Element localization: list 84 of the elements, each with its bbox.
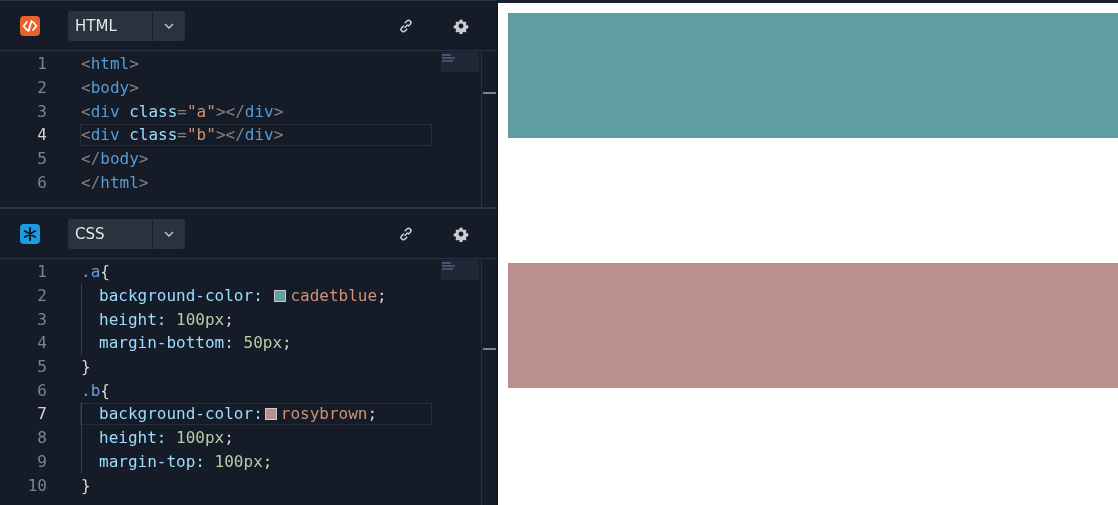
chevron-down-icon — [163, 21, 175, 30]
line-number: 5 — [36, 357, 47, 377]
line-number: 3 — [36, 101, 47, 121]
tag-name: div — [90, 101, 120, 121]
code-punctuation: > — [138, 149, 149, 169]
code-punctuation: < — [81, 54, 91, 74]
css-value: rosybrown — [280, 404, 368, 424]
code-punctuation: ></ — [215, 101, 245, 121]
language-dropdown[interactable]: HTML — [68, 10, 185, 41]
line-number: 1 — [36, 54, 47, 74]
link-icon[interactable] — [398, 17, 414, 34]
tag-name: div — [244, 125, 274, 145]
css-number: 100px — [176, 309, 225, 329]
code-punctuation: = — [177, 125, 187, 145]
line-number: 2 — [36, 78, 47, 98]
color-swatch[interactable] — [274, 289, 287, 302]
line-number: 9 — [36, 451, 47, 471]
tag-name: html — [100, 172, 139, 192]
code-punctuation: ; — [224, 428, 234, 448]
tag-name: body — [90, 78, 130, 98]
settings-icon[interactable] — [453, 225, 469, 242]
css-property: height: — [99, 309, 168, 329]
code-punctuation: </ — [81, 172, 101, 192]
code-punctuation: < — [81, 78, 91, 98]
css-number: 100px — [214, 451, 263, 471]
code-punctuation: < — [81, 101, 91, 121]
css-selector: .a — [81, 262, 101, 282]
line-number: 4 — [36, 333, 47, 353]
attribute-value: "a" — [187, 101, 216, 121]
attribute-name: class — [128, 125, 178, 145]
code-punctuation: ></ — [215, 125, 245, 145]
asterisk-icon — [20, 223, 40, 244]
code-punctuation: </ — [81, 149, 101, 169]
css-property: margin-bottom: — [99, 333, 235, 353]
code-punctuation: < — [81, 125, 91, 145]
code-icon — [20, 15, 40, 36]
scroll-marker — [483, 92, 496, 94]
code-punctuation: > — [273, 101, 284, 121]
attribute-value: "b" — [187, 125, 216, 145]
settings-icon[interactable] — [453, 17, 469, 34]
link-icon[interactable] — [398, 225, 414, 242]
code-punctuation: > — [129, 78, 139, 98]
code-punctuation: { — [100, 262, 110, 282]
css-property: margin-top: — [99, 451, 206, 471]
language-dropdown[interactable]: CSS — [68, 218, 185, 249]
code-punctuation: } — [81, 357, 91, 377]
tag-name: html — [90, 54, 130, 74]
tag-name: div — [244, 101, 274, 121]
line-number: 4 — [36, 125, 47, 145]
line-number: 2 — [36, 286, 47, 306]
color-swatch[interactable] — [264, 407, 277, 420]
tag-name: div — [90, 125, 120, 145]
scroll-marker — [483, 348, 496, 350]
line-number: 5 — [36, 149, 47, 169]
css-selector: .b — [81, 380, 101, 400]
css-property: background-color: — [99, 286, 264, 306]
language-label: HTML — [68, 10, 153, 41]
css-number: 100px — [176, 428, 225, 448]
language-label: CSS — [68, 218, 153, 249]
code-punctuation: ; — [367, 404, 378, 424]
css-property: height: — [99, 428, 168, 448]
code-punctuation: } — [81, 475, 91, 495]
line-number: 8 — [36, 428, 47, 448]
code-punctuation: { — [100, 380, 110, 400]
css-property: background-color: — [99, 404, 263, 424]
code-punctuation: ; — [262, 451, 273, 471]
line-number: 6 — [36, 172, 47, 192]
code-punctuation: > — [129, 54, 139, 74]
tag-name: body — [100, 149, 139, 169]
code-punctuation: ; — [377, 286, 387, 306]
chevron-down-icon — [163, 229, 175, 238]
code-punctuation: ; — [282, 333, 292, 353]
line-number: 3 — [36, 309, 47, 329]
attribute-name: class — [128, 101, 178, 121]
code-punctuation: ; — [224, 309, 234, 329]
css-value: cadetblue — [290, 286, 378, 306]
css-number: 50px — [243, 333, 283, 353]
line-number: 7 — [36, 404, 47, 424]
line-number: 1 — [36, 262, 47, 282]
line-number: 10 — [26, 475, 47, 495]
code-punctuation: > — [138, 172, 149, 192]
line-number: 6 — [36, 380, 47, 400]
code-punctuation: = — [177, 101, 187, 121]
code-punctuation: > — [273, 125, 284, 145]
